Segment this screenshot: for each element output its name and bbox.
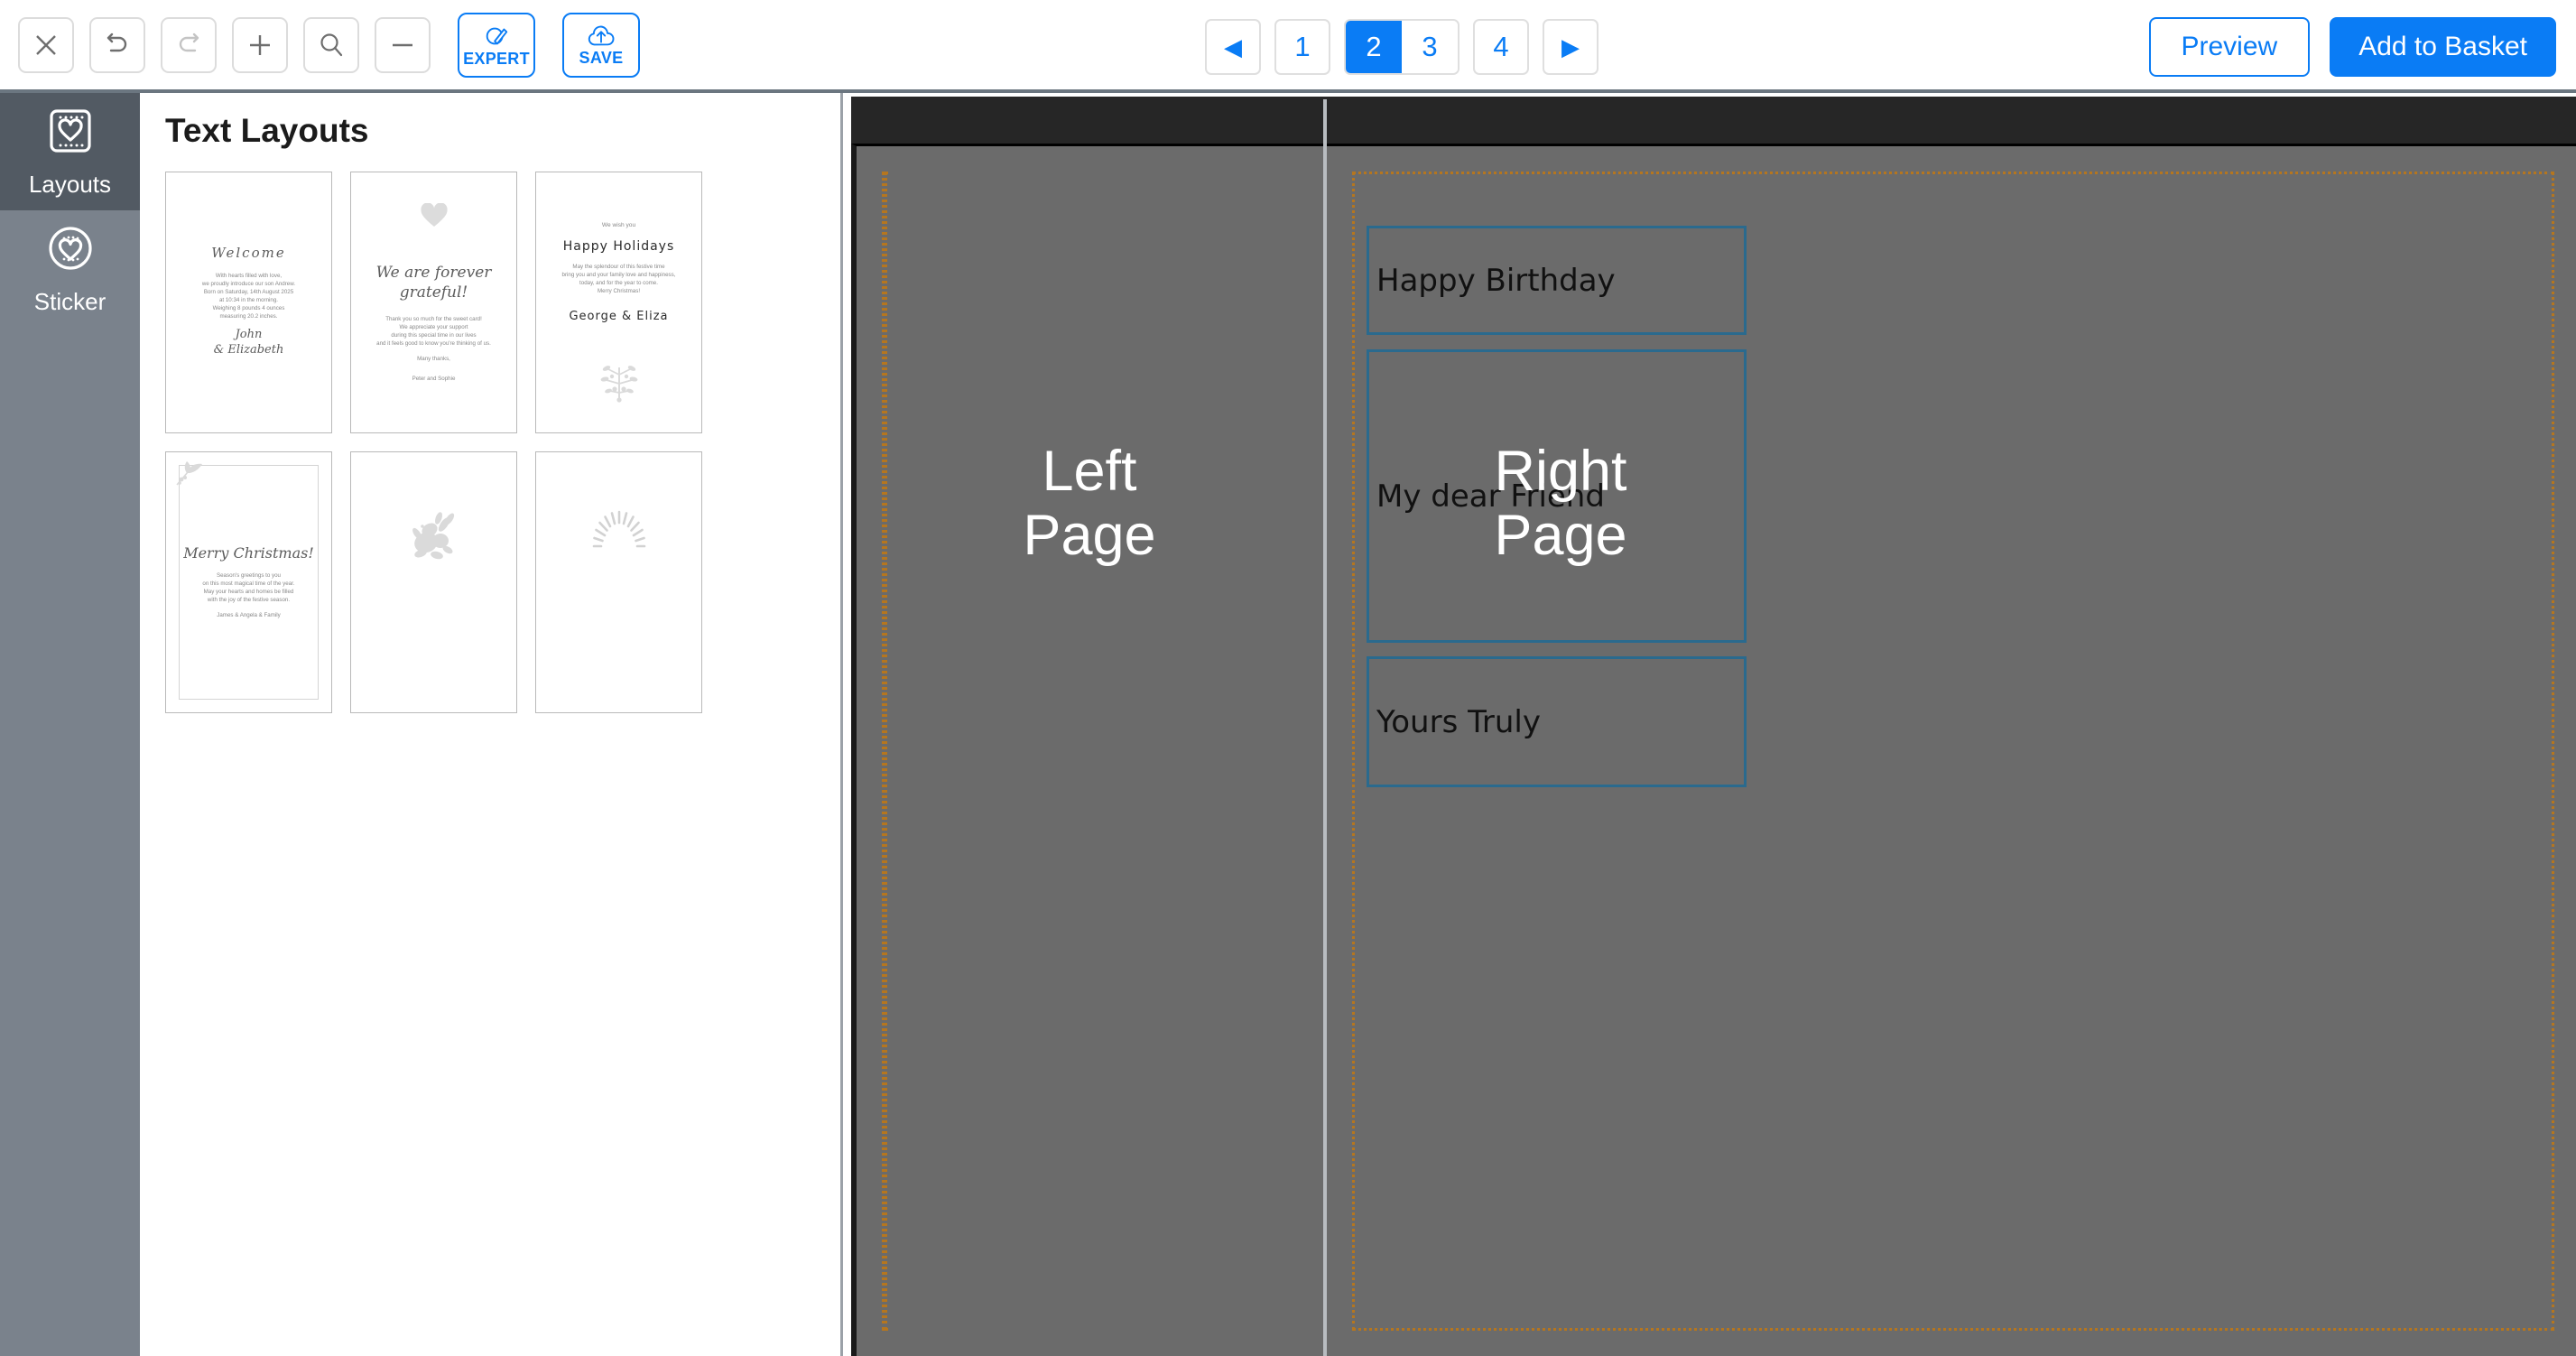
sunburst-rays-icon — [590, 508, 648, 556]
sidebar-item-label-layouts: Layouts — [28, 171, 112, 198]
redo-icon — [174, 31, 203, 60]
save-label: SAVE — [579, 49, 624, 67]
layout-intro: We wish you — [601, 222, 636, 228]
layout-script-title: grateful! — [399, 283, 468, 302]
expert-label: EXPERT — [463, 50, 530, 68]
left-page[interactable] — [857, 146, 1323, 1356]
layout-signature-line: John — [235, 328, 263, 341]
card-canvas: Happy Birthday My dear Friend Yours Trul… — [846, 93, 2576, 1356]
close-button[interactable] — [18, 16, 74, 73]
layouts-scroll-container[interactable]: Text Layouts Welcome With hearts filled … — [140, 93, 840, 713]
layout-script-title: Welcome — [211, 245, 286, 261]
cloud-upload-icon — [587, 23, 616, 49]
layout-signature-line: James & Angela & Family — [217, 612, 281, 618]
prev-page-button[interactable]: ◀ — [1205, 18, 1261, 75]
page-navigation: ◀ 1 2 3 4 ▶ — [1205, 0, 1598, 93]
layout-body-line: and it feels good to know you're thinkin… — [376, 340, 491, 347]
undo-icon — [103, 31, 132, 60]
layout-thumbnail-welcome-baby[interactable]: Welcome With hearts filled with love, we… — [165, 172, 332, 433]
toolbar-left-group: EXPERT SAVE — [0, 12, 640, 78]
page-button-4[interactable]: 4 — [1473, 18, 1529, 75]
plus-icon — [246, 31, 274, 60]
page-button-3[interactable]: 3 — [1402, 20, 1458, 73]
zoom-out-button[interactable] — [375, 16, 431, 73]
sticker-heart-circle-icon — [44, 222, 97, 279]
canvas-top-bar — [851, 97, 2576, 144]
next-page-button[interactable]: ▶ — [1543, 18, 1598, 75]
save-button[interactable]: SAVE — [562, 12, 640, 78]
greeting-textbox[interactable]: Happy Birthday — [1367, 226, 1747, 335]
redo-button[interactable] — [161, 16, 217, 73]
layout-script-title: Merry Christmas! — [183, 544, 314, 562]
layouts-heart-frame-icon — [44, 105, 97, 162]
preview-button[interactable]: Preview — [2148, 16, 2311, 77]
sidebar-item-sticker[interactable]: Sticker — [0, 210, 140, 328]
card-spread[interactable]: Happy Birthday My dear Friend Yours Trul… — [851, 99, 2576, 1356]
signoff-textbox[interactable]: Yours Truly — [1367, 656, 1747, 787]
layout-thumbnail-sunburst-blank[interactable] — [535, 451, 702, 713]
page-button-2[interactable]: 2 — [1346, 20, 1402, 73]
layout-thumbnail-grid: Welcome With hearts filled with love, we… — [140, 172, 840, 713]
greeting-textbox-value: Happy Birthday — [1376, 262, 1616, 299]
triangle-right-icon: ▶ — [1561, 33, 1580, 60]
page-button-group-2-3: 2 3 — [1344, 18, 1459, 75]
layout-body-line: measuring 20.2 inches. — [219, 313, 278, 320]
top-toolbar: EXPERT SAVE ◀ 1 2 3 4 ▶ Preview Add to B… — [0, 0, 2576, 93]
layout-closing: Many thanks, — [417, 356, 450, 362]
layout-body-line: with the joy of the festive season. — [207, 597, 291, 603]
left-page-safe-margin-guide — [882, 172, 887, 1331]
spine-divider — [1323, 99, 1327, 1356]
undo-button[interactable] — [89, 16, 145, 73]
zoom-in-button[interactable] — [232, 16, 288, 73]
signoff-textbox-value: Yours Truly — [1376, 703, 1541, 740]
page-title: Text Layouts — [165, 112, 369, 149]
toolbar-actions: Preview Add to Basket — [2148, 0, 2556, 93]
left-nav-rail: Layouts Sticker — [0, 93, 140, 1356]
mistletoe-sprig-icon — [596, 362, 643, 410]
layout-script-title: We are forever — [375, 264, 492, 282]
minus-icon — [388, 31, 417, 60]
message-textbox-value: My dear Friend — [1376, 478, 1605, 515]
layout-thumbnail-forever-grateful[interactable]: We are forever grateful! Thank you so mu… — [350, 172, 517, 433]
triangle-left-icon: ◀ — [1224, 33, 1242, 60]
layout-signature-line: & Elizabeth — [213, 343, 284, 357]
search-icon — [317, 31, 346, 60]
layouts-panel: Text Layouts Welcome With hearts filled … — [140, 93, 843, 1356]
layout-signature-line: George & Eliza — [569, 310, 669, 323]
holly-sprig-icon — [175, 460, 206, 491]
sidebar-item-label-sticker: Sticker — [33, 288, 107, 315]
page-button-1[interactable]: 1 — [1274, 18, 1330, 75]
sidebar-item-layouts[interactable]: Layouts — [0, 93, 140, 210]
close-icon — [32, 32, 60, 59]
add-to-basket-button[interactable]: Add to Basket — [2330, 16, 2556, 77]
edit-pencil-icon — [483, 23, 510, 50]
expert-mode-button[interactable]: EXPERT — [458, 12, 535, 78]
search-button[interactable] — [303, 16, 359, 73]
layout-thumbnail-floral-blank[interactable] — [350, 451, 517, 713]
layout-thumbnail-merry-christmas[interactable]: Merry Christmas! Season's greetings to y… — [165, 451, 332, 713]
floral-bouquet-icon — [403, 506, 466, 571]
layout-hand-title: Happy Holidays — [562, 239, 675, 254]
layout-body-line: Merry Christmas! — [597, 288, 641, 294]
heart-icon — [420, 202, 448, 232]
layout-signature-line: Peter and Sophie — [412, 376, 456, 382]
message-textbox[interactable]: My dear Friend — [1367, 349, 1747, 643]
layout-thumbnail-happy-holidays[interactable]: We wish you Happy Holidays May the splen… — [535, 172, 702, 433]
